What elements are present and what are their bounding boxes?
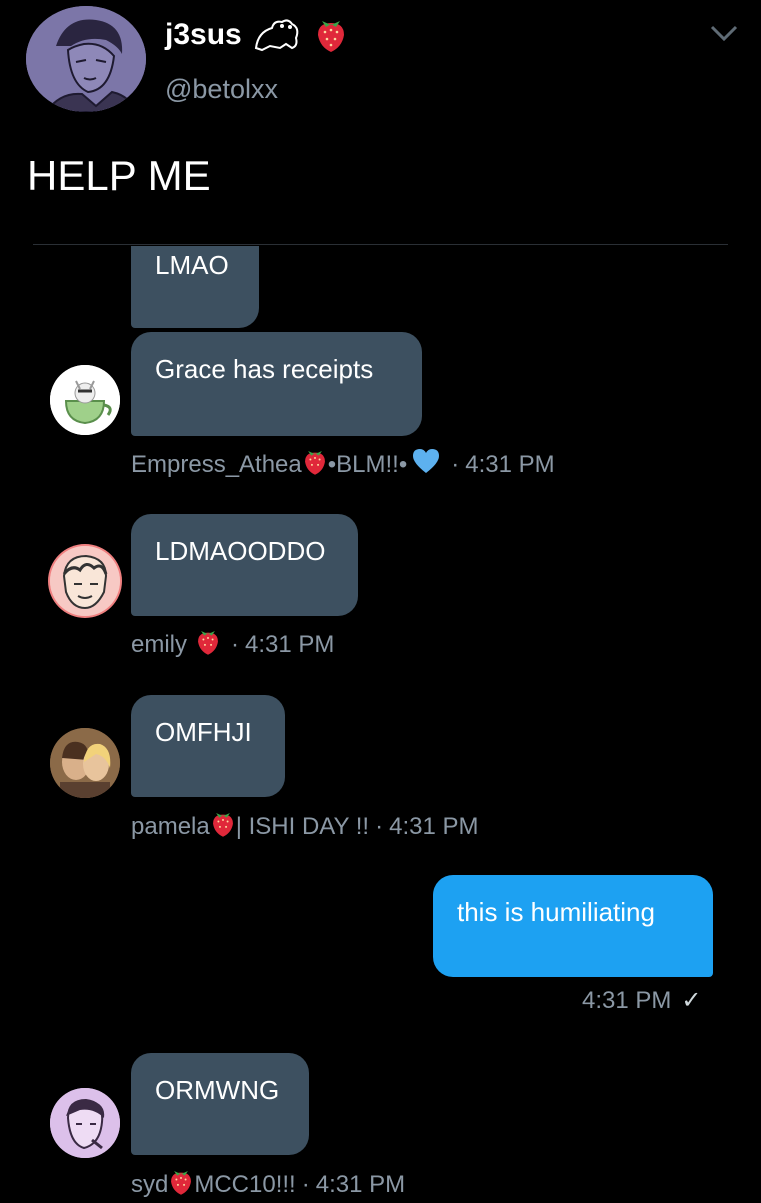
message-bubble[interactable]: LMAO [131,246,259,328]
message-text: this is humiliating [457,897,655,927]
separator: · [301,1170,310,1198]
sender-avatar[interactable] [50,546,120,616]
sender-suffix: MCC10!!! [194,1170,296,1198]
sender-name[interactable]: emily [131,631,187,659]
message-time: 4:31 PM [245,630,335,658]
message-bubble[interactable]: OMFHJI [131,695,285,797]
sender-name[interactable]: pamela [131,813,210,841]
separator: · [375,812,384,840]
message-time: 4:31 PM [315,1170,406,1198]
message-bubble[interactable]: Grace has receipts [131,332,422,436]
sender-avatar[interactable] [50,365,120,435]
sender-avatar[interactable] [50,728,120,798]
message-text: ORMWNG [155,1075,280,1105]
sender-name[interactable]: Empress_Athea [131,451,302,479]
message-meta: pamela | ISHI DAY !! · 4:31 PM [131,808,479,845]
message-text: OMFHJI [155,717,252,747]
separator: · [231,630,240,658]
sender-name[interactable]: syd [131,1171,168,1199]
sender-suffix: | ISHI DAY !! [235,812,370,840]
message-meta: emily · 4:31 PM [131,626,334,663]
message-time: 4:31 PM [465,450,555,478]
strawberry-icon [168,1166,194,1203]
message-meta: 4:31 PM ✓ [582,986,702,1015]
blue-heart-icon [411,447,441,482]
name-emoji-group [252,14,348,59]
strawberry-icon [210,808,236,845]
display-name[interactable]: j3sus [165,18,242,52]
outgoing-message-bubble[interactable]: this is humiliating [433,875,713,977]
message-bubble[interactable]: ORMWNG [131,1053,309,1155]
divider [33,244,728,245]
sender-suffix: •BLM!!• [327,450,408,478]
tweet-text: HELP ME [27,152,211,199]
strawberry-icon [195,626,221,663]
message-meta: Empress_Athea •BLM!!• · 4:31 PM [131,446,555,483]
message-text: LDMAOODDO [155,536,326,566]
frog-icon [252,14,304,59]
profile-avatar[interactable] [26,6,146,112]
message-time: 4:31 PM [582,986,672,1014]
sender-avatar[interactable] [50,1088,120,1158]
chevron-down-icon[interactable] [708,22,740,49]
message-time: 4:31 PM [389,812,479,840]
message-bubble[interactable]: LDMAOODDO [131,514,358,616]
strawberry-icon [302,446,328,483]
message-text: LMAO [155,250,229,280]
read-check-icon: ✓ [681,987,702,1014]
strawberry-icon [314,15,348,58]
message-text: Grace has receipts [155,354,374,384]
message-meta: syd MCC10!!! · 4:31 PM [131,1166,405,1203]
user-handle[interactable]: @betolxx [165,74,278,105]
separator: · [451,450,460,478]
